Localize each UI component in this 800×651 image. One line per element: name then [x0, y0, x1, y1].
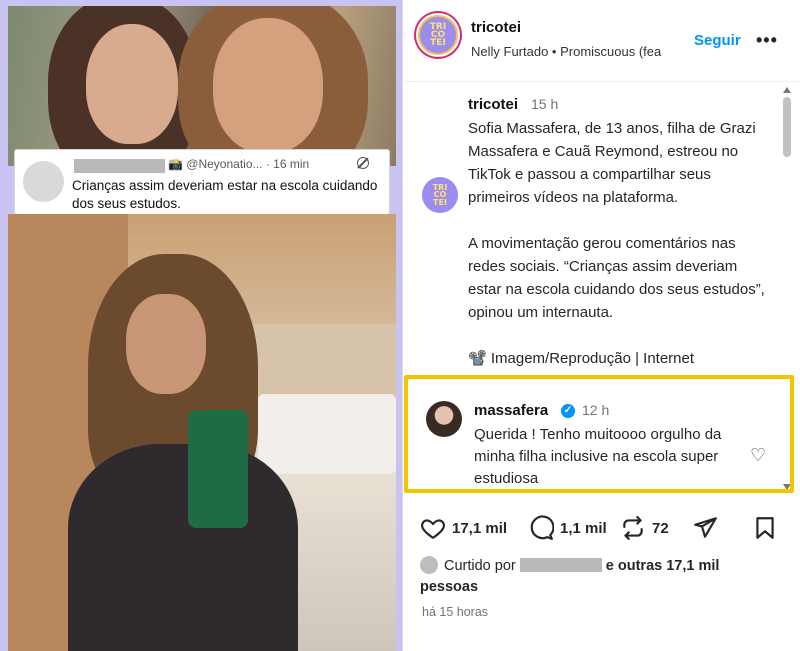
heart-icon: [421, 519, 445, 540]
caption-text: Sofia Massafera, de 13 anos, filha de Gr…: [468, 120, 765, 367]
post-actions-bar: 17,1 mil 1,1 mil 72: [404, 505, 800, 551]
caption-time: 15 h: [531, 96, 559, 112]
more-options-icon[interactable]: •••: [756, 30, 778, 51]
comment-bubble-icon: [530, 515, 554, 540]
logo-text: TRI CO TEI: [429, 21, 447, 49]
account-avatar-logo[interactable]: TRI CO TEI: [418, 15, 458, 55]
repost-action[interactable]: 72: [620, 515, 669, 541]
liked-by-prefix: Curtido por: [444, 558, 516, 574]
follow-button[interactable]: Seguir: [694, 32, 741, 49]
tweet-handle-meta: 📸 @Neyonatio... · 16 min: [168, 157, 310, 171]
post-side-panel: TRI CO TEI tricotei Nelly Furtado • Prom…: [404, 0, 800, 651]
caption-username[interactable]: tricotei: [468, 96, 518, 113]
reposts-count: 72: [652, 519, 669, 537]
comment-text: Querida ! Tenho muitoooo orgulho da minh…: [474, 426, 722, 487]
like-action[interactable]: 17,1 mil: [420, 515, 507, 541]
bookmark-icon: [756, 517, 774, 539]
caption-logo-text: TRI CO TEI: [432, 183, 448, 207]
scrollbar-thumb[interactable]: [783, 97, 791, 157]
verified-badge-icon: ✓: [561, 404, 575, 418]
highlighted-comment: massafera ✓ 12 h Querida ! Tenho muitooo…: [404, 375, 794, 493]
header-username[interactable]: tricotei: [471, 19, 521, 36]
post-header: TRI CO TEI tricotei Nelly Furtado • Prom…: [404, 0, 800, 82]
scroll-up-arrow-icon[interactable]: [783, 87, 791, 93]
liker-name-redacted: [519, 558, 602, 572]
tweet-blocked-icon: [357, 157, 369, 169]
likes-count: 17,1 mil: [452, 519, 508, 537]
tweet-avatar: [23, 161, 64, 202]
audio-track-label[interactable]: Nelly Furtado • Promiscuous (fea: [471, 44, 691, 59]
send-paper-plane-icon: [694, 517, 717, 538]
commenter-username[interactable]: massafera: [474, 402, 548, 419]
comment-like-heart-icon[interactable]: ♡: [750, 445, 766, 466]
liker-avatar: [420, 556, 438, 574]
tweet-name-redacted: [74, 159, 165, 173]
photo-mirror-selfie: [8, 214, 396, 651]
comment-time: 12 h: [582, 402, 610, 418]
repost-icon: [623, 516, 643, 540]
caption-avatar-logo[interactable]: TRI CO TEI: [422, 177, 458, 213]
commenter-avatar[interactable]: [426, 401, 462, 437]
photo-selfie-top: [8, 6, 396, 166]
tweet-screenshot: 📸 @Neyonatio... · 16 min Crianças assim …: [14, 149, 390, 215]
post-media[interactable]: 📸 @Neyonatio... · 16 min Crianças assim …: [0, 0, 403, 651]
comments-count: 1,1 mil: [560, 519, 607, 537]
liked-by-summary[interactable]: Curtido por e outras 17,1 mil pessoas: [420, 556, 780, 598]
comment-action[interactable]: 1,1 mil: [528, 515, 607, 541]
post-timestamp: há 15 horas: [422, 605, 489, 619]
tweet-text: Crianças assim deveriam estar na escola …: [72, 178, 378, 211]
share-action[interactable]: [692, 515, 718, 541]
save-action[interactable]: [752, 515, 778, 541]
